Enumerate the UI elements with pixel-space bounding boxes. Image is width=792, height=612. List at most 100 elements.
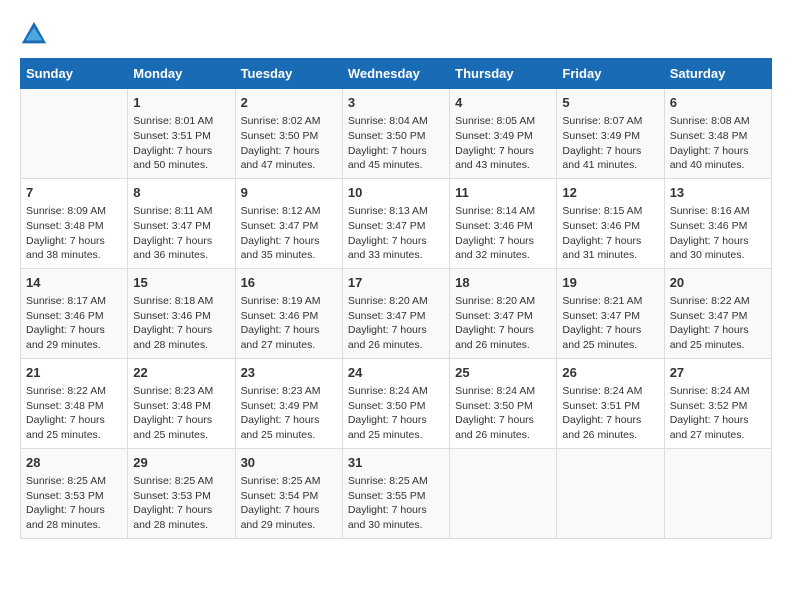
day-info: Sunrise: 8:21 AM Sunset: 3:47 PM Dayligh…: [562, 294, 658, 353]
day-info: Sunrise: 8:13 AM Sunset: 3:47 PM Dayligh…: [348, 204, 444, 263]
weekday-header-row: SundayMondayTuesdayWednesdayThursdayFrid…: [21, 59, 772, 89]
calendar-cell: 1 Sunrise: 8:01 AM Sunset: 3:51 PM Daylig…: [128, 89, 235, 179]
calendar-cell: 28Sunrise: 8:25 AM Sunset: 3:53 PM Dayli…: [21, 448, 128, 538]
day-number: 6: [670, 94, 766, 112]
day-number: 20: [670, 274, 766, 292]
day-number: 29: [133, 454, 229, 472]
day-number: 12: [562, 184, 658, 202]
day-number: 23: [241, 364, 337, 382]
calendar-cell: 4 Sunrise: 8:05 AM Sunset: 3:49 PM Daylig…: [450, 89, 557, 179]
calendar-cell: 22 Sunrise: 8:23 AM Sunset: 3:48 PM Dayli…: [128, 358, 235, 448]
day-number: 5: [562, 94, 658, 112]
logo: [20, 20, 52, 48]
day-number: 3: [348, 94, 444, 112]
day-info: Sunrise: 8:24 AM Sunset: 3:51 PM Dayligh…: [562, 384, 658, 443]
calendar-cell: 13 Sunrise: 8:16 AM Sunset: 3:46 PM Dayli…: [664, 178, 771, 268]
day-info: Sunrise: 8:19 AM Sunset: 3:46 PM Dayligh…: [241, 294, 337, 353]
calendar-cell: 26 Sunrise: 8:24 AM Sunset: 3:51 PM Dayli…: [557, 358, 664, 448]
day-info: Sunrise: 8:25 AM Sunset: 3:55 PM Dayligh…: [348, 474, 444, 533]
logo-icon: [20, 20, 48, 48]
calendar-cell: 27 Sunrise: 8:24 AM Sunset: 3:52 PM Dayli…: [664, 358, 771, 448]
calendar-cell: 15 Sunrise: 8:18 AM Sunset: 3:46 PM Dayli…: [128, 268, 235, 358]
day-info: Sunrise: 8:24 AM Sunset: 3:50 PM Dayligh…: [348, 384, 444, 443]
weekday-header: Sunday: [21, 59, 128, 89]
day-info: Sunrise: 8:25 AM Sunset: 3:53 PM Dayligh…: [133, 474, 229, 533]
calendar-week-row: 28Sunrise: 8:25 AM Sunset: 3:53 PM Dayli…: [21, 448, 772, 538]
day-number: 4: [455, 94, 551, 112]
calendar-cell: 8 Sunrise: 8:11 AM Sunset: 3:47 PM Daylig…: [128, 178, 235, 268]
day-number: 22: [133, 364, 229, 382]
day-info: Sunrise: 8:09 AM Sunset: 3:48 PM Dayligh…: [26, 204, 122, 263]
day-info: Sunrise: 8:15 AM Sunset: 3:46 PM Dayligh…: [562, 204, 658, 263]
day-number: 15: [133, 274, 229, 292]
calendar-cell: 11 Sunrise: 8:14 AM Sunset: 3:46 PM Dayli…: [450, 178, 557, 268]
day-info: Sunrise: 8:12 AM Sunset: 3:47 PM Dayligh…: [241, 204, 337, 263]
calendar-cell: 3 Sunrise: 8:04 AM Sunset: 3:50 PM Daylig…: [342, 89, 449, 179]
day-info: Sunrise: 8:08 AM Sunset: 3:48 PM Dayligh…: [670, 114, 766, 173]
weekday-header: Tuesday: [235, 59, 342, 89]
calendar-cell: 16 Sunrise: 8:19 AM Sunset: 3:46 PM Dayli…: [235, 268, 342, 358]
day-info: Sunrise: 8:02 AM Sunset: 3:50 PM Dayligh…: [241, 114, 337, 173]
day-info: Sunrise: 8:20 AM Sunset: 3:47 PM Dayligh…: [455, 294, 551, 353]
calendar-cell: 18 Sunrise: 8:20 AM Sunset: 3:47 PM Dayli…: [450, 268, 557, 358]
day-info: Sunrise: 8:01 AM Sunset: 3:51 PM Dayligh…: [133, 114, 229, 173]
weekday-header: Friday: [557, 59, 664, 89]
calendar-cell: 19Sunrise: 8:21 AM Sunset: 3:47 PM Dayli…: [557, 268, 664, 358]
calendar-cell: 2Sunrise: 8:02 AM Sunset: 3:50 PM Daylig…: [235, 89, 342, 179]
day-info: Sunrise: 8:18 AM Sunset: 3:46 PM Dayligh…: [133, 294, 229, 353]
day-number: 13: [670, 184, 766, 202]
calendar-week-row: 21 Sunrise: 8:22 AM Sunset: 3:48 PM Dayli…: [21, 358, 772, 448]
calendar-cell: 6 Sunrise: 8:08 AM Sunset: 3:48 PM Daylig…: [664, 89, 771, 179]
day-info: Sunrise: 8:14 AM Sunset: 3:46 PM Dayligh…: [455, 204, 551, 263]
day-number: 31: [348, 454, 444, 472]
day-number: 18: [455, 274, 551, 292]
day-info: Sunrise: 8:17 AM Sunset: 3:46 PM Dayligh…: [26, 294, 122, 353]
day-number: 17: [348, 274, 444, 292]
calendar-cell: [557, 448, 664, 538]
calendar-cell: 7 Sunrise: 8:09 AM Sunset: 3:48 PM Daylig…: [21, 178, 128, 268]
calendar-week-row: 14Sunrise: 8:17 AM Sunset: 3:46 PM Dayli…: [21, 268, 772, 358]
day-number: 21: [26, 364, 122, 382]
calendar-cell: 25 Sunrise: 8:24 AM Sunset: 3:50 PM Dayli…: [450, 358, 557, 448]
day-info: Sunrise: 8:24 AM Sunset: 3:52 PM Dayligh…: [670, 384, 766, 443]
day-info: Sunrise: 8:04 AM Sunset: 3:50 PM Dayligh…: [348, 114, 444, 173]
day-number: 7: [26, 184, 122, 202]
day-info: Sunrise: 8:23 AM Sunset: 3:48 PM Dayligh…: [133, 384, 229, 443]
calendar-cell: 10 Sunrise: 8:13 AM Sunset: 3:47 PM Dayli…: [342, 178, 449, 268]
day-number: 16: [241, 274, 337, 292]
day-info: Sunrise: 8:22 AM Sunset: 3:48 PM Dayligh…: [26, 384, 122, 443]
day-info: Sunrise: 8:22 AM Sunset: 3:47 PM Dayligh…: [670, 294, 766, 353]
day-info: Sunrise: 8:16 AM Sunset: 3:46 PM Dayligh…: [670, 204, 766, 263]
day-info: Sunrise: 8:23 AM Sunset: 3:49 PM Dayligh…: [241, 384, 337, 443]
calendar-cell: 12 Sunrise: 8:15 AM Sunset: 3:46 PM Dayli…: [557, 178, 664, 268]
day-number: 27: [670, 364, 766, 382]
weekday-header: Wednesday: [342, 59, 449, 89]
day-number: 10: [348, 184, 444, 202]
day-number: 11: [455, 184, 551, 202]
calendar-cell: [450, 448, 557, 538]
day-info: Sunrise: 8:25 AM Sunset: 3:54 PM Dayligh…: [241, 474, 337, 533]
calendar-cell: 29 Sunrise: 8:25 AM Sunset: 3:53 PM Dayli…: [128, 448, 235, 538]
day-number: 1: [133, 94, 229, 112]
day-number: 25: [455, 364, 551, 382]
day-info: Sunrise: 8:25 AM Sunset: 3:53 PM Dayligh…: [26, 474, 122, 533]
calendar-cell: 24Sunrise: 8:24 AM Sunset: 3:50 PM Dayli…: [342, 358, 449, 448]
page-header: [20, 20, 772, 48]
day-info: Sunrise: 8:20 AM Sunset: 3:47 PM Dayligh…: [348, 294, 444, 353]
calendar-cell: 23 Sunrise: 8:23 AM Sunset: 3:49 PM Dayli…: [235, 358, 342, 448]
calendar-cell: [664, 448, 771, 538]
day-info: Sunrise: 8:05 AM Sunset: 3:49 PM Dayligh…: [455, 114, 551, 173]
day-info: Sunrise: 8:07 AM Sunset: 3:49 PM Dayligh…: [562, 114, 658, 173]
calendar-cell: 14Sunrise: 8:17 AM Sunset: 3:46 PM Dayli…: [21, 268, 128, 358]
day-info: Sunrise: 8:11 AM Sunset: 3:47 PM Dayligh…: [133, 204, 229, 263]
calendar-cell: 21 Sunrise: 8:22 AM Sunset: 3:48 PM Dayli…: [21, 358, 128, 448]
day-number: 26: [562, 364, 658, 382]
day-number: 8: [133, 184, 229, 202]
weekday-header: Saturday: [664, 59, 771, 89]
weekday-header: Thursday: [450, 59, 557, 89]
calendar-cell: 9 Sunrise: 8:12 AM Sunset: 3:47 PM Daylig…: [235, 178, 342, 268]
day-number: 9: [241, 184, 337, 202]
day-info: Sunrise: 8:24 AM Sunset: 3:50 PM Dayligh…: [455, 384, 551, 443]
calendar-cell: 30Sunrise: 8:25 AM Sunset: 3:54 PM Dayli…: [235, 448, 342, 538]
calendar-table: SundayMondayTuesdayWednesdayThursdayFrid…: [20, 58, 772, 539]
